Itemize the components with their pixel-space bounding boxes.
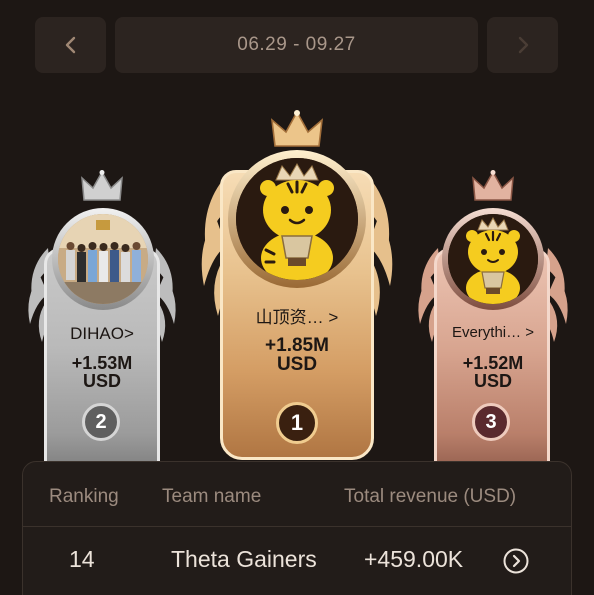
- crown-icon: [472, 170, 514, 201]
- leaderboard-page: 06.29 - 09.27 DIHAO> +1.53M USD 2 山顶资… >…: [0, 0, 594, 595]
- team-name-link[interactable]: Everythi… >: [412, 324, 574, 341]
- podium-card-rank-3[interactable]: Everythi… > +1.52M USD 3: [412, 168, 574, 498]
- table-header: Ranking Team name Total revenue (USD): [23, 486, 571, 510]
- crown-icon: [270, 110, 324, 147]
- revenue-value: +1.52M: [462, 353, 524, 373]
- avatar-ring: [228, 150, 366, 288]
- next-period-button[interactable]: [487, 17, 558, 73]
- tiger-mascot-avatar: [236, 158, 358, 280]
- row-ranking: 14: [69, 546, 95, 572]
- column-header-team-name: Team name: [162, 486, 262, 507]
- chevron-right-icon: [518, 36, 528, 54]
- previous-period-button[interactable]: [35, 17, 106, 73]
- row-total-revenue: +459.00K: [364, 546, 464, 572]
- rank-badge: 3: [472, 403, 510, 441]
- team-revenue: +1.85M USD: [196, 336, 398, 374]
- crown-icon: [81, 170, 123, 201]
- team-name-link[interactable]: 山顶资… >: [196, 303, 398, 328]
- chevron-circle-right-icon[interactable]: [503, 548, 529, 574]
- tiger-mascot-avatar: [448, 214, 538, 304]
- rank-badge: 2: [82, 403, 120, 441]
- podium-card-rank-2[interactable]: DIHAO> +1.53M USD 2: [22, 168, 182, 498]
- column-header-total-revenue: Total revenue (USD): [344, 486, 517, 507]
- revenue-unit: USD: [82, 371, 121, 391]
- avatar-ring: [442, 208, 544, 310]
- team-name-link[interactable]: DIHAO>: [22, 324, 182, 344]
- avatar-ring: [52, 208, 154, 310]
- team-revenue: +1.52M USD: [412, 354, 574, 390]
- revenue-unit: USD: [473, 371, 512, 391]
- date-range-label: 06.29 - 09.27: [115, 17, 478, 73]
- ranking-table: Ranking Team name Total revenue (USD) 14…: [22, 461, 572, 595]
- revenue-value: +1.85M: [265, 335, 329, 356]
- team-revenue: +1.53M USD: [22, 354, 182, 390]
- chevron-left-icon: [65, 36, 75, 54]
- podium-card-rank-1[interactable]: 山顶资… > +1.85M USD 1: [196, 110, 398, 460]
- revenue-value: +1.53M: [71, 353, 133, 373]
- rank-badge: 1: [276, 402, 318, 444]
- team-photo-avatar: [58, 214, 148, 304]
- table-row[interactable]: 14 Theta Gainers +459.00K: [23, 546, 571, 576]
- revenue-unit: USD: [276, 354, 318, 375]
- column-header-ranking: Ranking: [49, 486, 119, 507]
- row-team-name: Theta Gainers: [171, 546, 317, 572]
- table-divider: [23, 526, 571, 527]
